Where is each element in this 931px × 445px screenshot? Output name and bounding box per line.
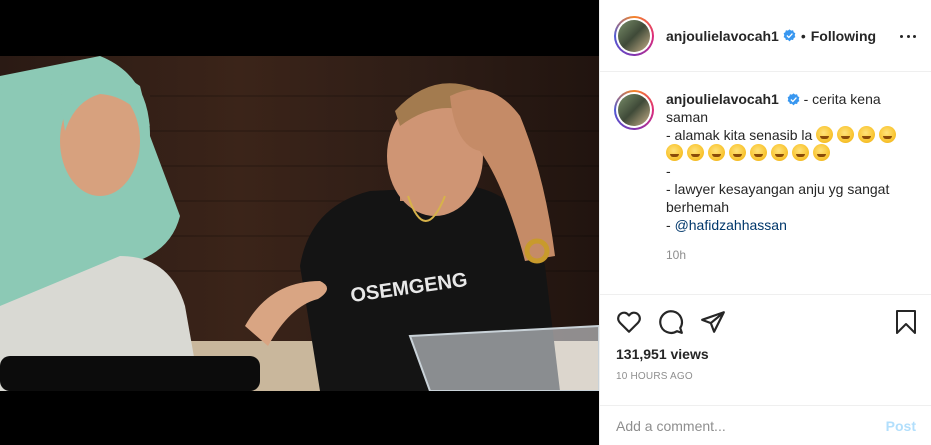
rofl-emoji-icon bbox=[816, 126, 834, 143]
action-bar: 131,951 views 10 HOURS AGO Post bbox=[600, 294, 931, 445]
video-player[interactable]: OSEMGENG bbox=[0, 56, 599, 391]
caption-line-5: - lawyer kesayangan anju yg sangat berhe… bbox=[666, 181, 890, 215]
video-frame: OSEMGENG bbox=[0, 56, 599, 391]
comment-input[interactable] bbox=[616, 418, 886, 434]
mention-link[interactable]: @hafidzahhassan bbox=[675, 217, 787, 233]
post-comment-button[interactable]: Post bbox=[886, 418, 916, 434]
rofl-emoji-icon bbox=[750, 144, 767, 161]
verified-badge-icon bbox=[783, 29, 796, 42]
comments-area: anjoulielavocah1 - cerita kena saman - a… bbox=[600, 72, 931, 294]
share-icon[interactable] bbox=[700, 309, 726, 335]
bookmark-icon[interactable] bbox=[894, 309, 918, 335]
post-header: anjoulielavocah1 • Following bbox=[600, 0, 931, 72]
post-side-panel: anjoulielavocah1 • Following anjoulielav… bbox=[599, 0, 931, 445]
caption-avatar[interactable] bbox=[614, 90, 654, 130]
rofl-emoji-icon bbox=[708, 144, 725, 161]
avatar[interactable] bbox=[614, 15, 654, 56]
rofl-emoji-icon bbox=[771, 144, 788, 161]
media-pane: OSEMGENG bbox=[0, 0, 599, 445]
rofl-emoji-icon bbox=[666, 144, 683, 161]
rofl-emoji-icon bbox=[837, 126, 855, 143]
caption-timestamp[interactable]: 10h bbox=[666, 248, 918, 262]
comment-icon[interactable] bbox=[658, 309, 684, 335]
header-separator: • bbox=[800, 27, 806, 44]
caption-text: anjoulielavocah1 - cerita kena saman - a… bbox=[666, 90, 906, 234]
add-comment-bar: Post bbox=[600, 405, 931, 445]
following-button[interactable]: Following bbox=[811, 28, 876, 44]
caption-line-4: - bbox=[666, 163, 671, 179]
post-timestamp[interactable]: 10 HOURS AGO bbox=[616, 371, 693, 382]
views-count[interactable]: 131,951 views bbox=[616, 346, 709, 362]
rofl-emoji-icon bbox=[858, 126, 876, 143]
instagram-post-view: OSEMGENG anjoulielavocah1 • Following an… bbox=[0, 0, 931, 445]
caption-line-6-prefix: - bbox=[666, 217, 675, 233]
more-options-icon[interactable] bbox=[900, 28, 916, 44]
header-username[interactable]: anjoulielavocah1 bbox=[666, 28, 779, 44]
caption-line-2: - alamak kita senasib la bbox=[666, 127, 817, 143]
caption-username[interactable]: anjoulielavocah1 bbox=[666, 91, 779, 107]
caption: anjoulielavocah1 - cerita kena saman - a… bbox=[614, 90, 918, 234]
rofl-emoji-icon bbox=[729, 144, 746, 161]
heart-icon[interactable] bbox=[616, 309, 642, 335]
rofl-emoji-icon bbox=[687, 144, 704, 161]
rofl-emoji-icon bbox=[792, 144, 809, 161]
avatar-image bbox=[618, 19, 650, 52]
rofl-emoji-icon bbox=[879, 126, 897, 143]
verified-badge-icon bbox=[787, 93, 800, 106]
rofl-emoji-icon bbox=[813, 144, 830, 161]
